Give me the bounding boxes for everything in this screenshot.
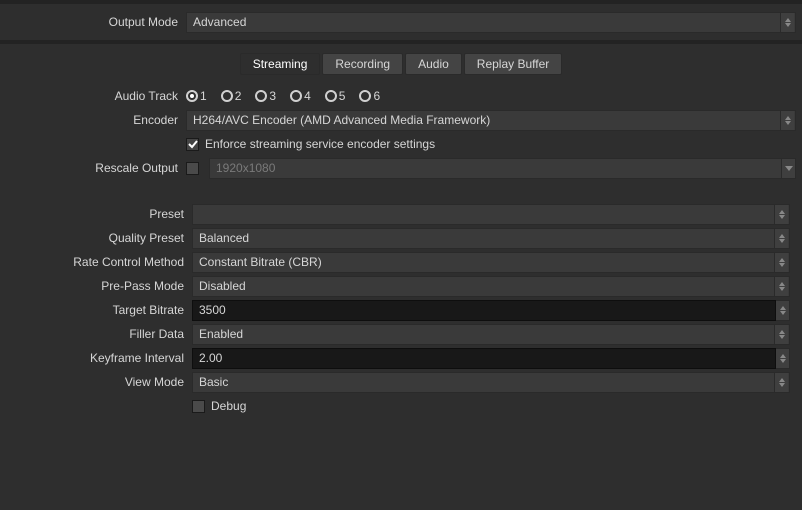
chevron-down-icon[interactable] [782,158,796,179]
audio-track-radio-3[interactable] [255,90,267,102]
keyframe-interval-input[interactable]: 2.00 [192,348,776,369]
audio-track-5-label: 5 [339,89,346,103]
enforce-label: Enforce streaming service encoder settin… [205,137,435,151]
enforce-row: Enforce streaming service encoder settin… [0,132,802,156]
target-bitrate-value: 3500 [199,303,769,317]
audio-track-radio-1[interactable] [186,90,198,102]
encoder-label: Encoder [6,113,186,127]
updown-icon [774,253,788,272]
rescale-dropdown[interactable]: 1920x1080 [209,158,782,179]
quality-preset-value: Balanced [199,231,770,245]
debug-row: Debug [6,394,796,418]
audio-track-4-label: 4 [304,89,311,103]
tab-replay-buffer[interactable]: Replay Buffer [464,53,563,75]
keyframe-interval-value: 2.00 [199,351,769,365]
updown-icon [774,277,788,296]
audio-track-1-label: 1 [200,89,207,103]
audio-track-2-label: 2 [235,89,242,103]
encoder-value: H264/AVC Encoder (AMD Advanced Media Fra… [193,113,776,127]
updown-icon [774,325,788,344]
preset-row: Preset [6,202,796,226]
check-icon [188,139,198,149]
target-bitrate-label: Target Bitrate [12,303,192,317]
keyframe-interval-row: Keyframe Interval 2.00 [6,346,796,370]
audio-track-label: Audio Track [6,89,186,103]
output-mode-label: Output Mode [6,15,186,29]
filler-data-dropdown[interactable]: Enabled [192,324,790,345]
target-bitrate-stepper[interactable] [776,300,790,321]
audio-track-radios: 1 2 3 4 5 6 [186,89,796,103]
debug-checkbox[interactable] [192,400,205,413]
tab-streaming[interactable]: Streaming [240,53,321,75]
audio-track-radio-4[interactable] [290,90,302,102]
rescale-checkbox[interactable] [186,162,199,175]
target-bitrate-input[interactable]: 3500 [192,300,776,321]
audio-track-row: Audio Track 1 2 3 4 5 6 [0,84,802,108]
pre-pass-dropdown[interactable]: Disabled [192,276,790,297]
tab-audio[interactable]: Audio [405,53,462,75]
tab-bar: Streaming Recording Audio Replay Buffer [0,44,802,84]
pre-pass-value: Disabled [199,279,770,293]
rate-control-dropdown[interactable]: Constant Bitrate (CBR) [192,252,790,273]
rescale-value: 1920x1080 [216,161,775,175]
filler-data-value: Enabled [199,327,770,341]
keyframe-interval-label: Keyframe Interval [12,351,192,365]
tab-recording[interactable]: Recording [322,53,403,75]
output-mode-dropdown[interactable]: Advanced [186,12,796,33]
audio-track-6-label: 6 [373,89,380,103]
view-mode-dropdown[interactable]: Basic [192,372,790,393]
view-mode-value: Basic [199,375,770,389]
view-mode-label: View Mode [12,375,192,389]
enforce-checkbox[interactable] [186,138,199,151]
target-bitrate-row: Target Bitrate 3500 [6,298,796,322]
encoder-row: Encoder H264/AVC Encoder (AMD Advanced M… [0,108,802,132]
filler-data-label: Filler Data [12,327,192,341]
rate-control-value: Constant Bitrate (CBR) [199,255,770,269]
preset-label: Preset [12,207,192,221]
filler-data-row: Filler Data Enabled [6,322,796,346]
audio-track-radio-6[interactable] [359,90,371,102]
pre-pass-row: Pre-Pass Mode Disabled [6,274,796,298]
keyframe-interval-stepper[interactable] [776,348,790,369]
view-mode-row: View Mode Basic [6,370,796,394]
audio-track-radio-2[interactable] [221,90,233,102]
pre-pass-label: Pre-Pass Mode [12,279,192,293]
updown-icon [774,229,788,248]
output-mode-value: Advanced [193,15,776,29]
rescale-label: Rescale Output [6,161,186,175]
audio-track-radio-5[interactable] [325,90,337,102]
rescale-row: Rescale Output 1920x1080 [0,156,802,180]
quality-preset-label: Quality Preset [12,231,192,245]
output-mode-row: Output Mode Advanced [0,4,802,40]
rate-control-label: Rate Control Method [12,255,192,269]
encoder-dropdown[interactable]: H264/AVC Encoder (AMD Advanced Media Fra… [186,110,796,131]
updown-icon [774,373,788,392]
rate-control-row: Rate Control Method Constant Bitrate (CB… [6,250,796,274]
updown-icon [774,205,788,224]
updown-icon [780,13,794,32]
audio-track-3-label: 3 [269,89,276,103]
preset-dropdown[interactable] [192,204,790,225]
debug-label: Debug [211,399,246,413]
updown-icon [780,111,794,130]
quality-preset-row: Quality Preset Balanced [6,226,796,250]
quality-preset-dropdown[interactable]: Balanced [192,228,790,249]
